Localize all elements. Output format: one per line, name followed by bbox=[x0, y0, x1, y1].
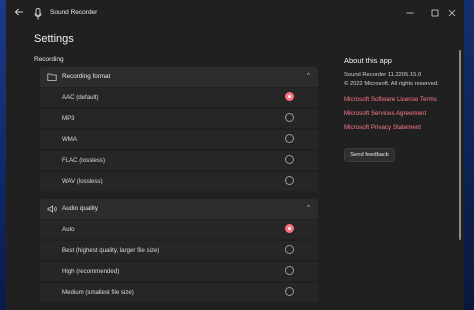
option-label: Medium (smallest file size) bbox=[62, 289, 134, 296]
maximize-button[interactable] bbox=[427, 6, 443, 22]
chevron-up-icon: ^ bbox=[307, 205, 310, 211]
app-title: Sound Recorder bbox=[50, 9, 98, 16]
option-label: WMA bbox=[62, 136, 77, 143]
option-label: Best (highest quality, larger file size) bbox=[62, 247, 160, 254]
option-label: AAC (default) bbox=[62, 94, 99, 101]
radio-best[interactable] bbox=[285, 245, 294, 254]
radio-medium[interactable] bbox=[285, 287, 294, 296]
section-label-recording: Recording bbox=[34, 56, 64, 63]
radio-flac[interactable] bbox=[285, 155, 294, 164]
folder-icon bbox=[47, 73, 57, 81]
minimize-icon bbox=[406, 12, 414, 14]
radio-wav[interactable] bbox=[285, 176, 294, 185]
audio-quality-header[interactable]: Audio quality ^ bbox=[40, 199, 318, 219]
sound-recorder-window: Sound Recorder Settings Recording Record… bbox=[6, 0, 464, 310]
arrow-left-icon bbox=[14, 8, 23, 16]
back-button[interactable] bbox=[12, 7, 26, 21]
format-option-wma[interactable]: WMA bbox=[40, 130, 318, 149]
maximize-icon bbox=[431, 9, 439, 17]
option-label: MP3 bbox=[62, 115, 75, 122]
option-label: High (recommended) bbox=[62, 268, 120, 275]
speaker-icon bbox=[47, 205, 57, 213]
copyright-text: © 2022 Microsoft. All rights reserved. bbox=[344, 81, 439, 87]
format-option-wav[interactable]: WAV (lossless) bbox=[40, 172, 318, 191]
recording-format-title: Recording format bbox=[62, 73, 111, 80]
quality-option-high[interactable]: High (recommended) bbox=[40, 262, 318, 281]
license-terms-link[interactable]: Microsoft Software License Terms bbox=[344, 96, 437, 103]
services-agreement-link[interactable]: Microsoft Services Agreement bbox=[344, 110, 426, 117]
quality-option-auto[interactable]: Auto bbox=[40, 220, 318, 239]
option-label: Auto bbox=[62, 226, 75, 233]
page-title: Settings bbox=[34, 33, 74, 45]
radio-wma[interactable] bbox=[285, 134, 294, 143]
scrollbar[interactable] bbox=[458, 30, 462, 310]
title-bar: Sound Recorder bbox=[6, 0, 464, 28]
radio-auto[interactable] bbox=[285, 224, 294, 233]
microphone-icon bbox=[34, 8, 42, 20]
scrollbar-thumb[interactable] bbox=[459, 50, 461, 240]
close-button[interactable] bbox=[444, 6, 460, 22]
format-option-mp3[interactable]: MP3 bbox=[40, 109, 318, 128]
app-version: Sound Recorder 11.2205.15.0 bbox=[344, 72, 422, 78]
radio-aac[interactable] bbox=[285, 92, 294, 101]
quality-option-medium[interactable]: Medium (smallest file size) bbox=[40, 283, 318, 302]
format-option-aac[interactable]: AAC (default) bbox=[40, 88, 318, 107]
about-title: About this app bbox=[344, 56, 392, 65]
desktop-background-right bbox=[464, 0, 474, 310]
privacy-statement-link[interactable]: Microsoft Privacy Statement bbox=[344, 124, 421, 131]
audio-quality-title: Audio quality bbox=[62, 205, 99, 212]
minimize-button[interactable] bbox=[402, 6, 418, 22]
option-label: FLAC (lossless) bbox=[62, 157, 106, 164]
recording-format-header[interactable]: Recording format ^ bbox=[40, 67, 318, 87]
chevron-up-icon: ^ bbox=[307, 73, 310, 79]
radio-high[interactable] bbox=[285, 266, 294, 275]
format-option-flac[interactable]: FLAC (lossless) bbox=[40, 151, 318, 170]
option-label: WAV (lossless) bbox=[62, 178, 103, 185]
quality-option-best[interactable]: Best (highest quality, larger file size) bbox=[40, 241, 318, 260]
radio-mp3[interactable] bbox=[285, 113, 294, 122]
close-icon bbox=[448, 9, 456, 17]
send-feedback-button[interactable]: Send feedback bbox=[344, 148, 395, 162]
